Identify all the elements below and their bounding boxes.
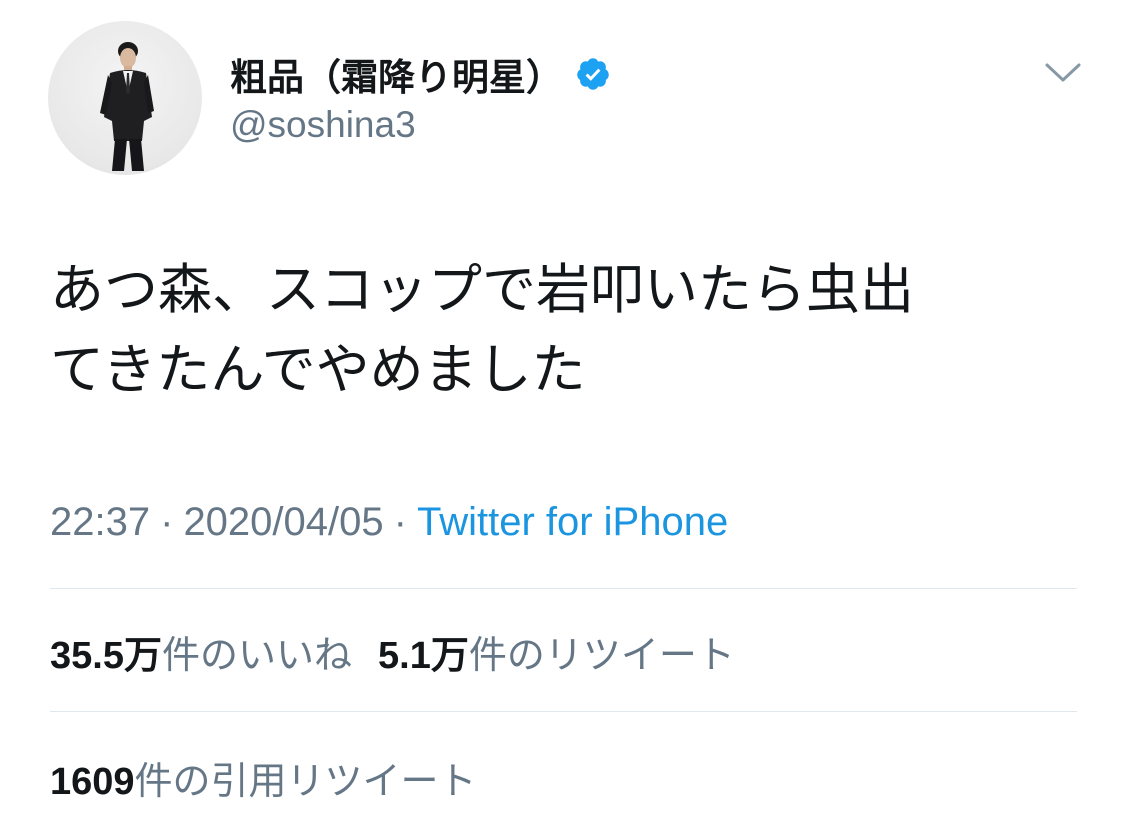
- display-name[interactable]: 粗品（霜降り明星）: [230, 47, 563, 101]
- separator-dot: ·: [160, 500, 174, 544]
- likes-count[interactable]: 35.5 万件のいいね: [50, 624, 352, 679]
- quote-tweets-count[interactable]: 1609 件の引用リツイート: [50, 750, 477, 805]
- tweet-meta: 22:37 · 2020/04/05 · Twitter for iPhone: [50, 500, 728, 545]
- tweet-time[interactable]: 22:37: [50, 500, 150, 545]
- divider: [50, 588, 1077, 589]
- engagement-stats: 35.5 万件のいいね 5.1 万件のリツイート: [50, 624, 735, 679]
- tweet-text: あつ森、スコップで岩叩いたら虫出 てきたんでやめました: [50, 258, 914, 401]
- retweets-number: 5.1: [378, 635, 431, 677]
- likes-number: 35.5: [50, 635, 124, 677]
- retweets-count[interactable]: 5.1 万件のリツイート: [378, 624, 735, 679]
- chevron-down-icon[interactable]: [1043, 55, 1083, 91]
- separator-dot: ·: [393, 500, 407, 544]
- author-name-row[interactable]: 粗品（霜降り明星）: [230, 48, 611, 100]
- divider: [50, 711, 1077, 712]
- avatar-photo: [100, 42, 154, 171]
- user-handle[interactable]: @soshina3: [230, 104, 416, 146]
- tweet-source-link[interactable]: Twitter for iPhone: [417, 500, 728, 545]
- likes-unit: 万: [123, 633, 162, 677]
- retweets-unit: 万: [430, 633, 469, 677]
- tweet-date[interactable]: 2020/04/05: [183, 500, 383, 545]
- profile-avatar[interactable]: [48, 21, 202, 175]
- likes-label: 件のいいね: [161, 633, 352, 677]
- quotes-label: 件の引用リツイート: [134, 759, 477, 803]
- retweets-label: 件のリツイート: [468, 633, 735, 677]
- verified-badge-icon: [575, 56, 611, 92]
- quotes-number: 1609: [50, 761, 135, 803]
